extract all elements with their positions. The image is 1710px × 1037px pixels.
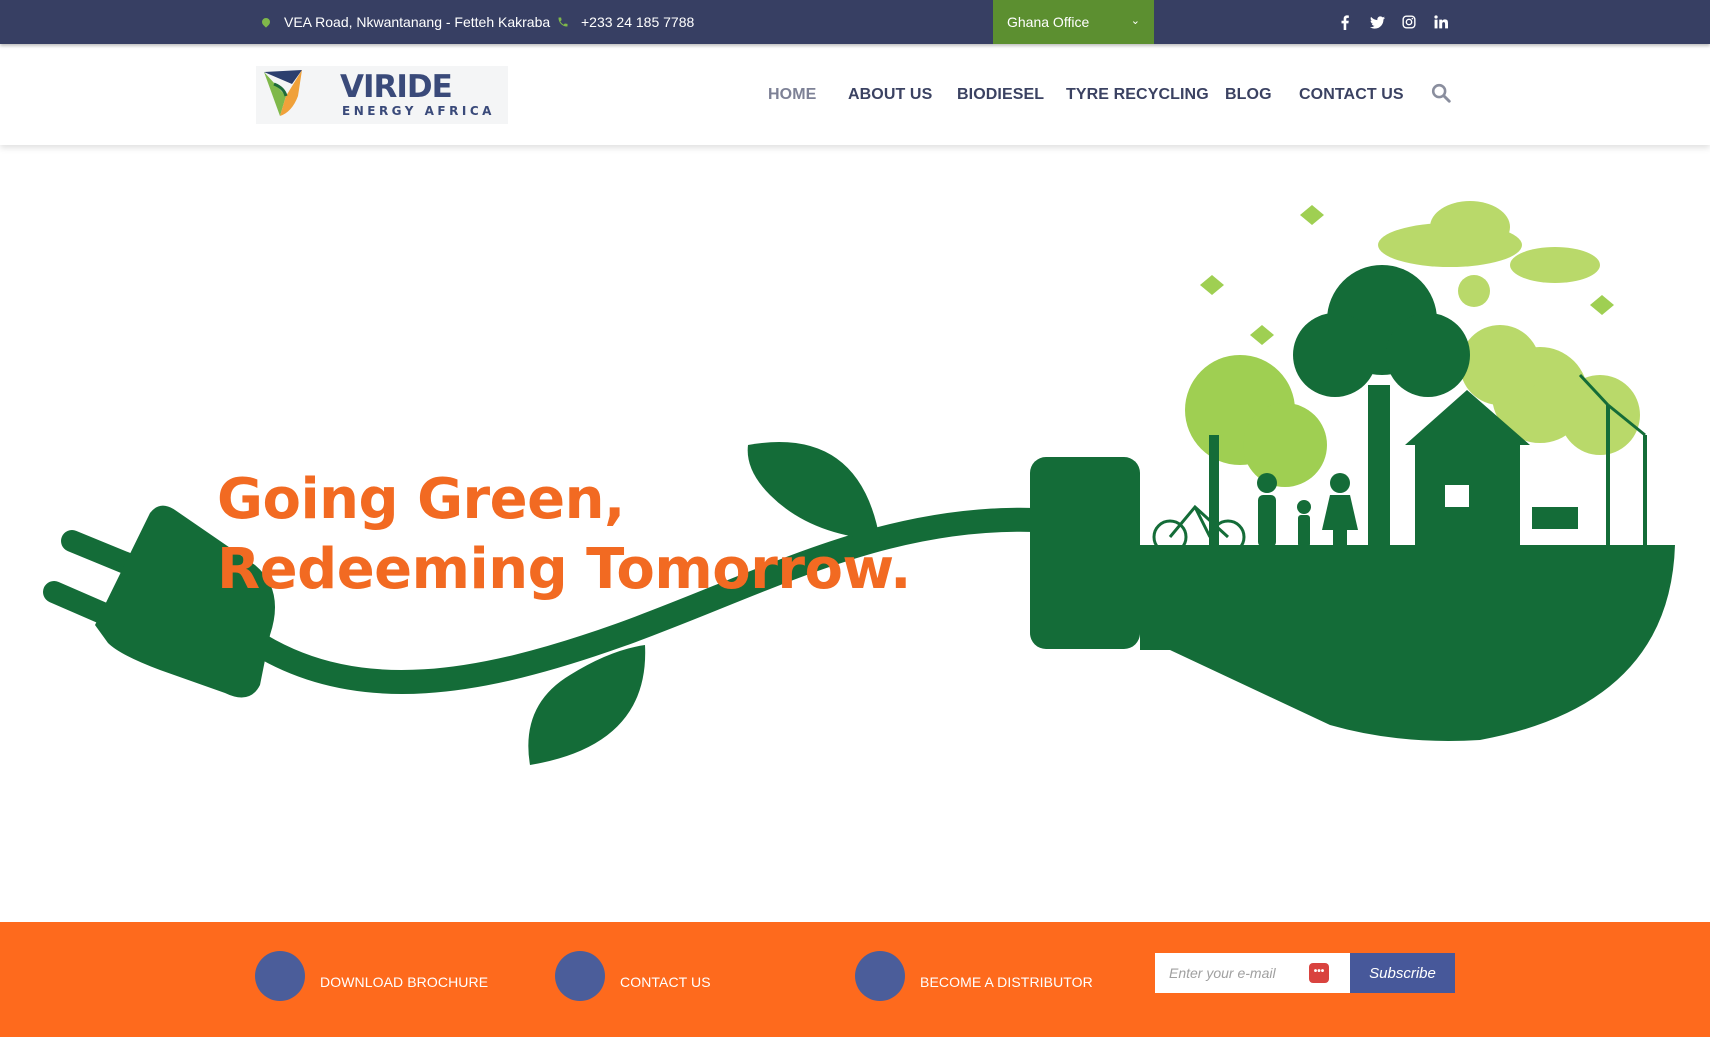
contact-icon <box>555 950 605 1001</box>
map-pin-icon <box>260 16 272 28</box>
nav-biodiesel[interactable]: BIODIESEL <box>957 44 1044 145</box>
brochure-icon <box>255 950 305 1001</box>
linkedin-icon[interactable] <box>1430 0 1452 44</box>
distributor-icon <box>855 950 905 1001</box>
download-brochure-label: DOWNLOAD BROCHURE <box>320 973 489 990</box>
phone-icon <box>558 17 568 27</box>
search-icon[interactable] <box>1430 82 1454 106</box>
logo-wordmark: VIRIDE <box>340 69 452 105</box>
contact-us-link[interactable]: CONTACT US <box>555 922 711 1037</box>
nav-tyre-recycling[interactable]: TYRE RECYCLING <box>1066 44 1209 145</box>
viride-logo[interactable]: VIRIDE ENERGY AFRICA <box>256 66 508 124</box>
nav-contact-us[interactable]: CONTACT US <box>1299 44 1404 145</box>
address-item: VEA Road, Nkwantanang - Fetteh Kakraba <box>260 0 550 44</box>
logo-subtitle: ENERGY AFRICA <box>342 104 495 118</box>
nav-home[interactable]: HOME <box>768 44 816 145</box>
hero-banner: Going Green, Redeeming Tomorrow. <box>0 145 1710 922</box>
twitter-icon[interactable] <box>1366 0 1388 44</box>
hero-headline: Going Green, Redeeming Tomorrow. <box>217 465 911 605</box>
top-bar: VEA Road, Nkwantanang - Fetteh Kakraba +… <box>0 0 1710 44</box>
facebook-icon[interactable] <box>1334 0 1356 44</box>
main-header: VIRIDE ENERGY AFRICA HOME ABOUT US BIODI… <box>0 44 1710 145</box>
phone-item[interactable]: +233 24 185 7788 <box>557 0 694 44</box>
password-manager-icon[interactable]: ••• <box>1309 963 1329 983</box>
nav-about-us[interactable]: ABOUT US <box>848 44 932 145</box>
chevron-down-icon: ⌄ <box>1130 15 1140 27</box>
instagram-icon[interactable] <box>1398 0 1420 44</box>
hero-headline-line-1: Going Green, <box>217 467 625 532</box>
download-brochure-link[interactable]: DOWNLOAD BROCHURE <box>255 922 488 1037</box>
nav-blog[interactable]: BLOG <box>1225 44 1272 145</box>
cta-bar: DOWNLOAD BROCHURE CONTACT US BECOME A DI… <box>0 922 1710 1037</box>
phone-text: +233 24 185 7788 <box>581 14 695 30</box>
subscribe-button[interactable]: Subscribe <box>1350 953 1455 993</box>
office-select[interactable]: Ghana Office ⌄ <box>993 0 1154 44</box>
become-distributor-label: BECOME A DISTRIBUTOR <box>920 973 1093 990</box>
become-distributor-link[interactable]: BECOME A DISTRIBUTOR <box>855 922 1093 1037</box>
address-text: VEA Road, Nkwantanang - Fetteh Kakraba <box>284 14 551 30</box>
contact-us-label: CONTACT US <box>620 973 711 990</box>
hero-headline-line-2: Redeeming Tomorrow. <box>217 537 911 602</box>
office-select-value: Ghana Office <box>1007 14 1090 30</box>
